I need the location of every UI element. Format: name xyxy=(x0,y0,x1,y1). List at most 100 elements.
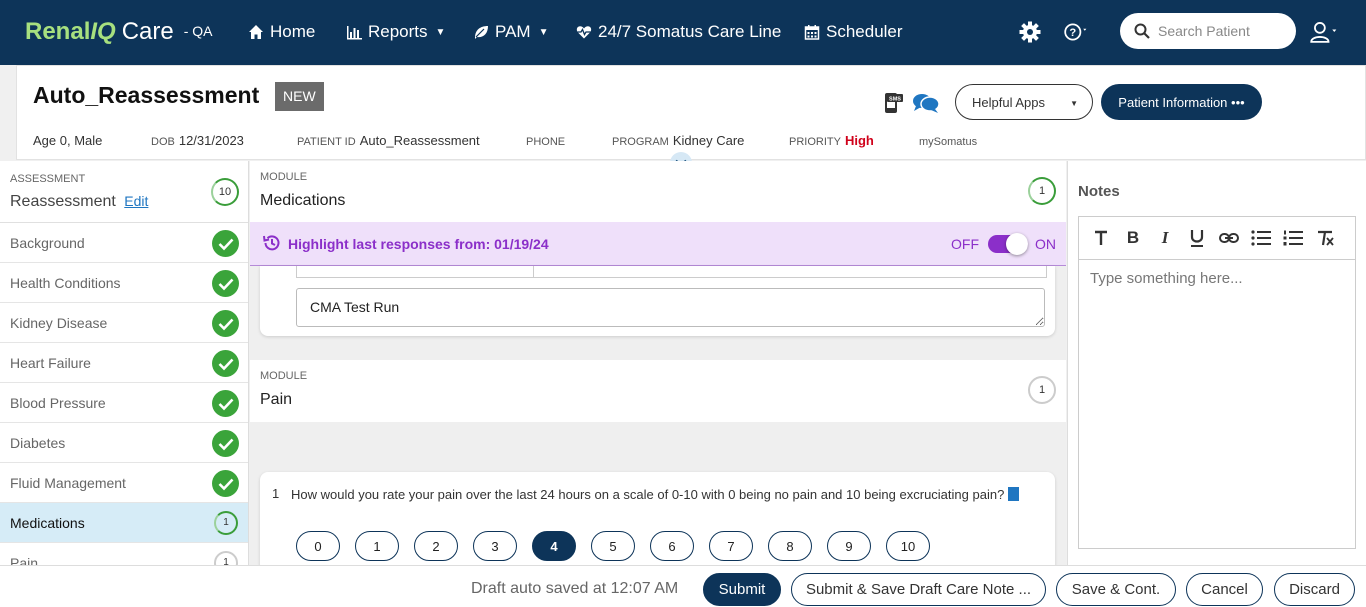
patient-phone: PHONE xyxy=(526,136,566,148)
search-box[interactable] xyxy=(1120,13,1296,49)
history-icon xyxy=(263,235,280,251)
numbered-list-icon[interactable] xyxy=(1281,226,1305,250)
brand-logo[interactable]: RenalIQ Care - QA xyxy=(25,18,213,46)
question-text: How would you rate your pain over the la… xyxy=(291,487,1005,502)
module-progress-ring: 1 xyxy=(214,551,238,565)
chat-icon[interactable] xyxy=(912,92,940,114)
pain-option-8[interactable]: 8 xyxy=(768,531,812,561)
nav-scheduler[interactable]: Scheduler xyxy=(804,22,903,42)
sidebar-item-health-conditions[interactable]: Health Conditions xyxy=(0,263,248,303)
module-header-medications: MODULE Medications 1 xyxy=(250,161,1066,223)
pain-option-2[interactable]: 2 xyxy=(414,531,458,561)
patient-information-button[interactable]: Patient Information ••• xyxy=(1101,84,1262,120)
patient-dob: DOB 12/31/2023 xyxy=(151,133,244,148)
save-continue-button[interactable]: Save & Cont. xyxy=(1056,573,1176,606)
patient-id: PATIENT ID Auto_Reassessment xyxy=(297,133,480,148)
nav-reports[interactable]: Reports ▼ xyxy=(346,22,445,42)
assessment-progress-ring: 10 xyxy=(211,178,239,206)
sidebar-item-blood-pressure[interactable]: Blood Pressure xyxy=(0,383,248,423)
nav-home[interactable]: Home xyxy=(248,22,315,42)
question-card: 1 How would you rate your pain over the … xyxy=(260,472,1055,565)
sidebar-item-diabetes[interactable]: Diabetes xyxy=(0,423,248,463)
user-icon[interactable] xyxy=(1310,18,1338,46)
editor-toolbar: B I xyxy=(1079,217,1355,260)
module-progress-ring: 1 xyxy=(1028,177,1056,205)
assessment-summary: ASSESSMENT Reassessment Edit 10 xyxy=(0,161,248,223)
question-number: 1 xyxy=(272,486,280,501)
footer-action-bar: Draft auto saved at 12:07 AM Submit Subm… xyxy=(0,565,1366,607)
help-icon[interactable]: ? xyxy=(1064,20,1088,44)
comments-textarea[interactable]: CMA Test Run xyxy=(296,288,1045,327)
caret-down-icon: ▼ xyxy=(538,26,549,38)
module-title: Medications xyxy=(260,192,346,209)
highlight-toggle[interactable] xyxy=(988,233,1028,255)
patient-age-sex: Age 0, Male xyxy=(33,133,103,148)
pain-option-1[interactable]: 1 xyxy=(355,531,399,561)
italic-icon[interactable]: I xyxy=(1153,226,1177,250)
patient-priority: PRIORITY High xyxy=(789,133,874,148)
sidebar-item-background[interactable]: Background xyxy=(0,223,248,263)
notes-placeholder[interactable]: Type something here... xyxy=(1090,270,1243,287)
search-icon xyxy=(1134,23,1150,39)
cancel-button[interactable]: Cancel xyxy=(1186,573,1263,606)
pdf-icon[interactable] xyxy=(1008,487,1020,501)
submit-button[interactable]: Submit xyxy=(703,573,781,606)
highlight-last-responses-bar: Highlight last responses from: 01/19/24 … xyxy=(250,222,1066,266)
bar-chart-icon xyxy=(347,26,362,40)
text-format-icon[interactable] xyxy=(1089,226,1113,250)
home-icon xyxy=(249,25,263,39)
pain-option-5[interactable]: 5 xyxy=(591,531,635,561)
top-nav: RenalIQ Care - QA Home Reports ▼ PAM ▼ 24/7 … xyxy=(0,0,1366,65)
leaf-icon xyxy=(475,26,488,39)
nav-careline[interactable]: 24/7 Somatus Care Line xyxy=(576,22,781,42)
sidebar-item-kidney-disease[interactable]: Kidney Disease xyxy=(0,303,248,343)
check-circle-icon xyxy=(212,350,239,377)
highlight-text: Highlight last responses from: 01/19/24 xyxy=(288,236,549,252)
check-circle-icon xyxy=(212,230,239,257)
check-circle-icon xyxy=(212,270,239,297)
assessment-name: Reassessment xyxy=(10,193,116,210)
link-icon[interactable] xyxy=(1217,226,1241,250)
search-input[interactable] xyxy=(1158,23,1278,39)
module-progress-ring: 1 xyxy=(214,511,238,535)
bullet-list-icon[interactable] xyxy=(1249,226,1273,250)
medications-card: CMA Test Run xyxy=(260,266,1055,336)
pain-scale-options: 0 1 2 3 4 5 6 7 8 9 10 xyxy=(296,531,930,561)
draft-status: Draft auto saved at 12:07 AM xyxy=(471,580,679,597)
notes-title: Notes xyxy=(1078,183,1120,200)
check-circle-icon xyxy=(212,430,239,457)
patient-program: PROGRAM Kidney Care xyxy=(612,133,745,148)
patient-header: Auto_Reassessment NEW SMS Helpful Apps ▼… xyxy=(16,65,1366,174)
discard-button[interactable]: Discard xyxy=(1274,573,1355,606)
edit-assessment-link[interactable]: Edit xyxy=(124,193,148,209)
submit-save-draft-button[interactable]: Submit & Save Draft Care Note ... xyxy=(791,573,1046,606)
module-title: Pain xyxy=(260,391,293,408)
calendar-icon xyxy=(804,25,820,40)
caret-down-icon: ▼ xyxy=(435,26,446,38)
pain-option-9[interactable]: 9 xyxy=(827,531,871,561)
sidebar-item-medications[interactable]: Medications 1 xyxy=(0,503,248,543)
sidebar-item-fluid-management[interactable]: Fluid Management xyxy=(0,463,248,503)
underline-icon[interactable] xyxy=(1185,226,1209,250)
assessment-sidebar: ASSESSMENT Reassessment Edit 10 Backgrou… xyxy=(0,161,249,565)
module-list: Background Health Conditions Kidney Diseas… xyxy=(0,223,248,565)
pain-option-10[interactable]: 10 xyxy=(886,531,930,561)
module-header-pain: MODULE Pain 1 xyxy=(250,360,1066,422)
caret-down-icon: ▼ xyxy=(1070,99,1078,108)
gear-icon[interactable] xyxy=(1018,20,1042,44)
sidebar-item-pain[interactable]: Pain 1 xyxy=(0,543,248,565)
sms-icon[interactable]: SMS xyxy=(883,92,903,114)
mysomatus-link[interactable]: mySomatus xyxy=(919,133,981,148)
pain-option-0[interactable]: 0 xyxy=(296,531,340,561)
sidebar-item-heart-failure[interactable]: Heart Failure xyxy=(0,343,248,383)
nav-pam[interactable]: PAM ▼ xyxy=(473,22,548,42)
check-circle-icon xyxy=(212,470,239,497)
pain-option-6[interactable]: 6 xyxy=(650,531,694,561)
pain-option-4[interactable]: 4 xyxy=(532,531,576,561)
helpful-apps-dropdown[interactable]: Helpful Apps ▼ xyxy=(955,84,1093,120)
clear-format-icon[interactable] xyxy=(1313,226,1337,250)
bold-icon[interactable]: B xyxy=(1121,226,1145,250)
pain-option-7[interactable]: 7 xyxy=(709,531,753,561)
pain-option-3[interactable]: 3 xyxy=(473,531,517,561)
field-row[interactable] xyxy=(296,266,1047,278)
